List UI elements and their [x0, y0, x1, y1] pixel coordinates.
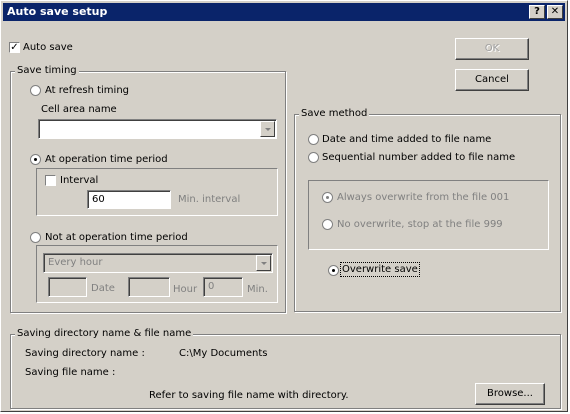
help-button[interactable]: ? [529, 5, 545, 19]
refer-text: Refer to saving file name with directory… [149, 390, 349, 401]
no-overwrite-label: No overwrite, stop at the file 999 [337, 219, 503, 230]
date-label: Date [91, 283, 115, 294]
every-hour-select[interactable]: Every hour [43, 253, 273, 273]
saving-directory-value: C:\My Documents [179, 348, 268, 359]
saving-directory-label: Saving directory name : [25, 348, 145, 359]
at-operation-time-label: At operation time period [45, 154, 168, 165]
cell-area-name-select[interactable] [38, 119, 277, 139]
hour-input[interactable] [128, 277, 170, 297]
minute-input[interactable]: 0 [203, 277, 243, 297]
always-overwrite-radio[interactable] [322, 192, 333, 203]
close-button[interactable]: ✕ [547, 5, 563, 19]
date-time-radio[interactable] [308, 134, 319, 145]
save-timing-legend: Save timing [15, 65, 79, 77]
interval-checkbox[interactable] [45, 175, 56, 186]
cell-area-name-label: Cell area name [41, 104, 117, 115]
at-refresh-timing-label: At refresh timing [45, 85, 130, 96]
interval-label: Interval [60, 175, 99, 186]
saving-file-label: Saving file name : [25, 367, 116, 378]
at-operation-time-radio[interactable] [30, 154, 41, 165]
no-overwrite-radio[interactable] [322, 219, 333, 230]
sequential-radio[interactable] [308, 152, 319, 163]
minute-label: Min. [247, 284, 268, 295]
save-method-legend: Save method [299, 108, 370, 120]
at-refresh-timing-radio[interactable] [30, 85, 41, 96]
overwrite-save-label: Overwrite save [340, 262, 420, 277]
every-hour-value: Every hour [48, 257, 103, 268]
chevron-down-icon[interactable] [260, 121, 275, 137]
auto-save-setup-dialog: Auto save setup ? ✕ ✓ Auto save OK Cance… [0, 0, 568, 412]
cancel-button[interactable]: Cancel [455, 69, 529, 91]
min-interval-label: Min. interval [178, 194, 241, 205]
not-at-operation-time-label: Not at operation time period [45, 232, 188, 243]
not-at-operation-time-radio[interactable] [30, 232, 41, 243]
saving-directory-legend: Saving directory name & file name [15, 328, 194, 340]
chevron-down-icon[interactable] [256, 255, 271, 271]
interval-input[interactable]: 60 [87, 190, 171, 209]
ok-button[interactable]: OK [455, 38, 529, 60]
auto-save-label: Auto save [23, 42, 73, 53]
sequential-label: Sequential number added to file name [322, 152, 516, 163]
window-title: Auto save setup [7, 5, 108, 18]
browse-button[interactable]: Browse... [475, 383, 545, 405]
hour-label: Hour [173, 284, 198, 295]
auto-save-checkbox[interactable]: ✓ [9, 42, 20, 53]
overwrite-save-radio[interactable] [328, 265, 339, 276]
always-overwrite-label: Always overwrite from the file 001 [337, 192, 510, 203]
title-bar: Auto save setup ? ✕ [3, 3, 565, 21]
date-input[interactable] [48, 277, 87, 297]
date-time-label: Date and time added to file name [322, 134, 492, 145]
